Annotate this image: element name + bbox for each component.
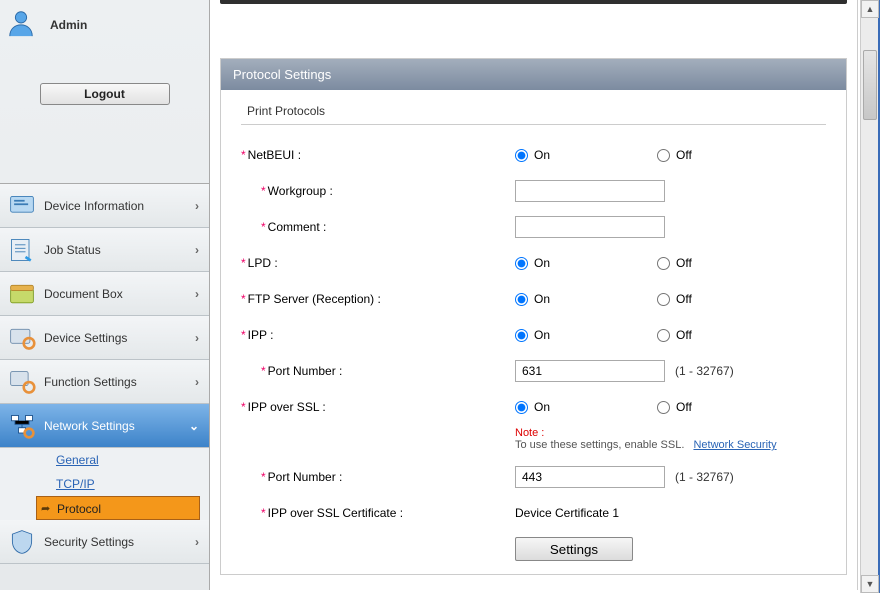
network-security-link[interactable]: Network Security: [693, 439, 776, 451]
ipp-port-input[interactable]: [515, 360, 665, 382]
nav-device-settings[interactable]: Device Settings ›: [0, 316, 209, 360]
row-ssl-note: Note : To use these settings, enable SSL…: [241, 425, 826, 459]
window-scrollbar[interactable]: ▲ ▼: [860, 0, 880, 593]
network-settings-icon: [8, 412, 36, 440]
label-ipp-ssl: IPP over SSL :: [248, 400, 326, 414]
subnav-tcpip[interactable]: TCP/IP: [0, 472, 209, 496]
ipp-on-radio[interactable]: [515, 329, 528, 342]
subnav-protocol[interactable]: Protocol: [36, 496, 200, 520]
subnav-general[interactable]: General: [0, 448, 209, 472]
device-info-icon: [8, 192, 36, 220]
row-comment: *Comment :: [241, 209, 826, 245]
ipp-ssl-port-input[interactable]: [515, 466, 665, 488]
label-port2: Port Number :: [268, 470, 343, 484]
nav-function-settings[interactable]: Function Settings ›: [0, 360, 209, 404]
scroll-down-arrow[interactable]: ▼: [861, 575, 879, 593]
ippssl-on-radio[interactable]: [515, 401, 528, 414]
nav-label: Device Settings: [44, 331, 127, 345]
row-netbeui: *NetBEUI : On Off: [241, 137, 826, 173]
logout-button[interactable]: Logout: [40, 83, 170, 105]
nav-network-settings[interactable]: Network Settings ⌄: [0, 404, 209, 448]
protocol-panel: Protocol Settings Print Protocols *NetBE…: [220, 58, 847, 575]
nav-label: Device Information: [44, 199, 144, 213]
nav-label: Document Box: [44, 287, 123, 301]
row-cert-settings: Settings: [241, 531, 826, 567]
chevron-right-icon: ›: [195, 287, 199, 301]
lpd-on-radio[interactable]: [515, 257, 528, 270]
chevron-right-icon: ›: [195, 199, 199, 213]
ippssl-off-radio[interactable]: [657, 401, 670, 414]
row-ipp-ssl-cert: *IPP over SSL Certificate : Device Certi…: [241, 495, 826, 531]
row-ipp-ssl-port: *Port Number : (1 - 32767): [241, 459, 826, 495]
nav: Device Information › Job Status › Docume…: [0, 184, 209, 590]
cert-value: Device Certificate 1: [515, 506, 619, 520]
cert-settings-button[interactable]: Settings: [515, 537, 633, 561]
label-netbeui: NetBEUI :: [248, 148, 301, 162]
function-settings-icon: [8, 368, 36, 396]
section-print-protocols: Print Protocols: [241, 98, 826, 125]
nav-job-status[interactable]: Job Status ›: [0, 228, 209, 272]
label-workgroup: Workgroup :: [268, 184, 333, 198]
chevron-right-icon: ›: [195, 535, 199, 549]
nav-label: Security Settings: [44, 535, 134, 549]
device-settings-icon: [8, 324, 36, 352]
row-lpd: *LPD : On Off: [241, 245, 826, 281]
sidebar: Admin Logout Device Information › Job St…: [0, 0, 210, 590]
comment-input[interactable]: [515, 216, 665, 238]
user-name: Admin: [50, 18, 87, 32]
nav-label: Job Status: [44, 243, 101, 257]
label-ipp: IPP :: [248, 328, 274, 342]
ftp-off-radio[interactable]: [657, 293, 670, 306]
note-title: Note :: [515, 427, 826, 439]
document-box-icon: [8, 280, 36, 308]
port-range: (1 - 32767): [675, 364, 734, 378]
security-settings-icon: [8, 528, 36, 556]
nav-label: Function Settings: [44, 375, 137, 389]
nav-security-settings[interactable]: Security Settings ›: [0, 520, 209, 564]
nav-device-information[interactable]: Device Information ›: [0, 184, 209, 228]
label-lpd: LPD :: [248, 256, 278, 270]
nav-document-box[interactable]: Document Box ›: [0, 272, 209, 316]
scroll-thumb[interactable]: [863, 50, 877, 120]
nav-label: Network Settings: [44, 419, 135, 433]
label-comment: Comment :: [268, 220, 327, 234]
row-ipp-port: *Port Number : (1 - 32767): [241, 353, 826, 389]
ipp-off-radio[interactable]: [657, 329, 670, 342]
job-status-icon: [8, 236, 36, 264]
ftp-on-radio[interactable]: [515, 293, 528, 306]
user-icon: [6, 8, 36, 41]
row-ftp: *FTP Server (Reception) : On Off: [241, 281, 826, 317]
row-workgroup: *Workgroup :: [241, 173, 826, 209]
subnav: General TCP/IP Protocol: [0, 448, 209, 520]
port-range2: (1 - 32767): [675, 470, 734, 484]
netbeui-on-radio[interactable]: [515, 149, 528, 162]
netbeui-off-radio[interactable]: [657, 149, 670, 162]
top-bar: [220, 0, 847, 4]
chevron-right-icon: ›: [195, 375, 199, 389]
chevron-right-icon: ›: [195, 243, 199, 257]
row-ipp-ssl: *IPP over SSL : On Off: [241, 389, 826, 425]
user-area: Admin Logout: [0, 0, 209, 184]
panel-title: Protocol Settings: [221, 59, 846, 90]
row-ipp-auth: IPP Authentication : On Off: [241, 567, 826, 574]
note-text: To use these settings, enable SSL.: [515, 439, 684, 451]
row-ipp: *IPP : On Off: [241, 317, 826, 353]
chevron-down-icon: ⌄: [189, 419, 199, 433]
chevron-right-icon: ›: [195, 331, 199, 345]
workgroup-input[interactable]: [515, 180, 665, 202]
label-port: Port Number :: [268, 364, 343, 378]
lpd-off-radio[interactable]: [657, 257, 670, 270]
label-ftp: FTP Server (Reception) :: [248, 292, 381, 306]
label-ipp-ssl-cert: IPP over SSL Certificate :: [268, 506, 403, 520]
scroll-up-arrow[interactable]: ▲: [861, 0, 879, 18]
main: Protocol Settings Print Protocols *NetBE…: [210, 0, 857, 590]
